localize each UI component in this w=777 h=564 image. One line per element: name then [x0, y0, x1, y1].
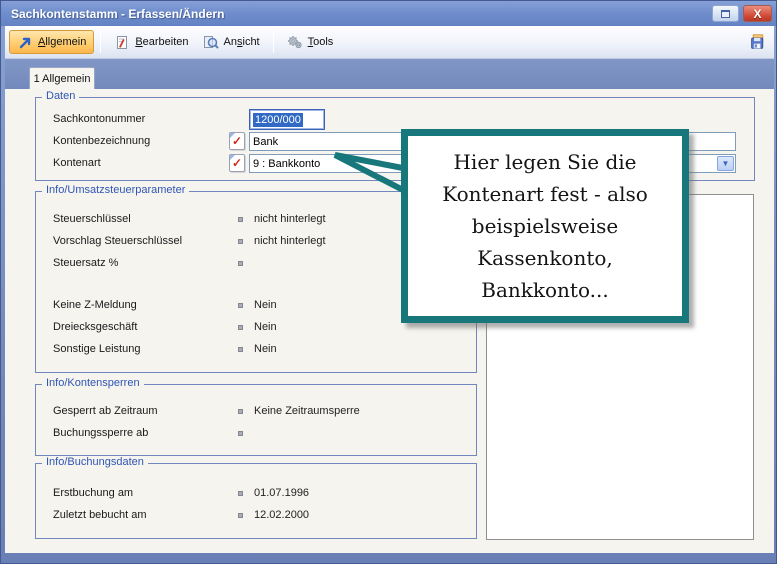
toolbar-button-allgemein[interactable]: Allgemein [9, 30, 94, 54]
title-bar: Sachkontenstamm - Erfassen/Ändern X [1, 1, 777, 26]
bullet-icon [238, 513, 243, 518]
group-buchung-title: Info/Buchungsdaten [42, 456, 148, 468]
bullet-icon [238, 409, 243, 414]
row-value: Keine Zeitraumsperre [254, 405, 360, 417]
row-value: Nein [254, 343, 277, 355]
row-value: Nein [254, 321, 277, 333]
callout-text-line: Bankkonto... [481, 274, 608, 306]
toolbar-button-label: Ansicht [224, 36, 260, 48]
bullet-icon [238, 491, 243, 496]
restore-icon [721, 10, 730, 18]
bullet-icon [238, 347, 243, 352]
bullet-icon [238, 431, 243, 436]
row-label: Steuersatz % [53, 257, 118, 269]
kontenbezeichnung-value: Bank [253, 136, 278, 148]
row-value: nicht hinterlegt [254, 213, 326, 225]
toolbar-button-ansicht[interactable]: Ansicht [196, 31, 267, 53]
bullet-icon [238, 217, 243, 222]
close-button[interactable]: X [743, 5, 772, 22]
callout-tail [327, 139, 409, 201]
row-value: 12.02.2000 [254, 509, 309, 521]
kontenart-check-icon[interactable]: ✓ [229, 154, 245, 172]
row-label: Dreiecksgeschäft [53, 321, 137, 333]
sachkontonummer-value: 1200/000 [253, 113, 303, 127]
kontenart-label: Kontenart [53, 157, 101, 169]
row-value: 01.07.1996 [254, 487, 309, 499]
row-label: Gesperrt ab Zeitraum [53, 405, 158, 417]
callout-text-line: Hier legen Sie die [453, 146, 636, 178]
row-value: Nein [254, 299, 277, 311]
bullet-icon [238, 303, 243, 308]
row-label: Steuerschlüssel [53, 213, 131, 225]
group-sperren-title: Info/Kontensperren [42, 377, 144, 389]
chevron-down-icon[interactable]: ▼ [717, 156, 734, 171]
group-umsatz-title: Info/Umsatzsteuerparameter [42, 184, 189, 196]
group-buchungsdaten: Info/Buchungsdaten [35, 463, 477, 539]
arrow-up-right-icon [17, 34, 33, 50]
bullet-icon [238, 261, 243, 266]
row-label: Vorschlag Steuerschlüssel [53, 235, 182, 247]
row-label: Sonstige Leistung [53, 343, 140, 355]
toolbar-separator [273, 31, 274, 53]
kontenbezeichnung-label: Kontenbezeichnung [53, 135, 150, 147]
kontenart-value: 9 : Bankkonto [253, 158, 320, 170]
toolbar-button-label: Allgemein [38, 36, 86, 48]
tab-strip: 1 Allgemein [5, 59, 774, 89]
toolbar-separator [100, 31, 101, 53]
close-icon: X [753, 7, 761, 21]
callout-text-line: Kontenart fest - also [442, 178, 648, 210]
sachkontonummer-label: Sachkontonummer [53, 113, 145, 125]
bullet-icon [238, 325, 243, 330]
callout-bubble: Hier legen Sie die Kontenart fest - also… [401, 129, 689, 323]
kontenbezeichnung-check-icon[interactable]: ✓ [229, 132, 245, 150]
group-daten-title: Daten [42, 90, 79, 102]
group-kontensperren: Info/Kontensperren [35, 384, 477, 456]
toolbar-button-label: Tools [308, 36, 334, 48]
row-label: Zuletzt bebucht am [53, 509, 147, 521]
floppy-disk-icon [750, 34, 766, 50]
row-label: Buchungssperre ab [53, 427, 148, 439]
bullet-icon [238, 239, 243, 244]
sachkontonummer-input[interactable]: 1200/000 [249, 109, 325, 130]
toolbar-button-bearbeiten[interactable]: Bearbeiten [107, 31, 195, 53]
document-pen-icon [114, 34, 130, 50]
tab-label: 1 Allgemein [34, 73, 91, 85]
gears-icon [287, 34, 303, 50]
tab-allgemein[interactable]: 1 Allgemein [29, 67, 95, 89]
toolbar-button-tools[interactable]: Tools [280, 31, 341, 53]
app-window: Sachkontenstamm - Erfassen/Ändern X Allg… [0, 0, 777, 564]
toolbar-button-label: Bearbeiten [135, 36, 188, 48]
callout-text-line: beispielsweise [472, 210, 618, 242]
row-label: Erstbuchung am [53, 487, 133, 499]
callout-text-line: Kassenkonto, [477, 242, 613, 274]
toolbar: Allgemein Bearbeiten Ansicht [5, 26, 774, 59]
restore-button[interactable] [712, 5, 739, 22]
window-title: Sachkontenstamm - Erfassen/Ändern [11, 7, 708, 21]
row-value: nicht hinterlegt [254, 235, 326, 247]
save-button[interactable] [748, 32, 768, 52]
row-label: Keine Z-Meldung [53, 299, 137, 311]
magnifier-document-icon [203, 34, 219, 50]
